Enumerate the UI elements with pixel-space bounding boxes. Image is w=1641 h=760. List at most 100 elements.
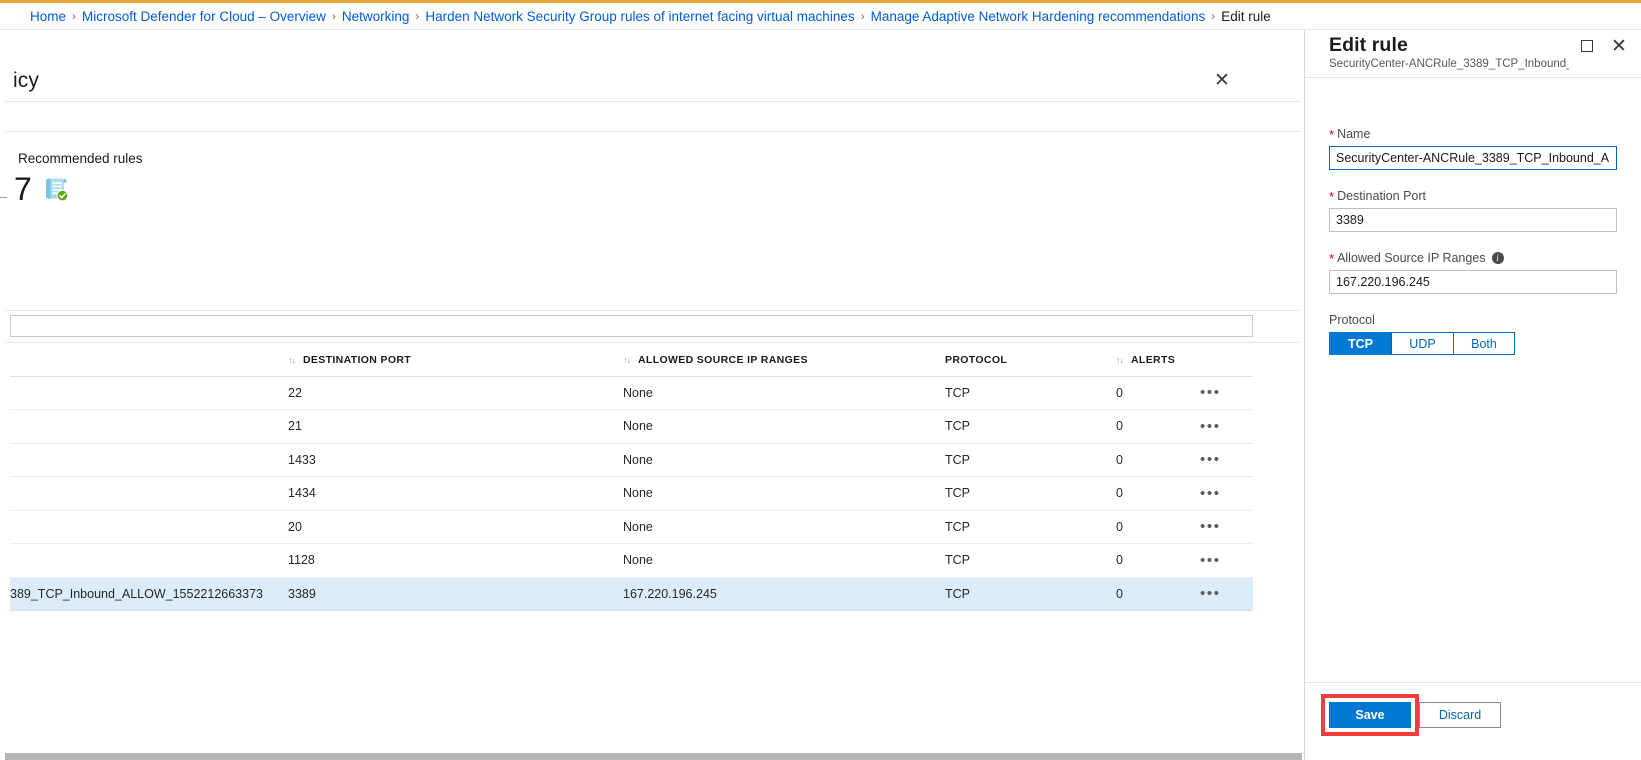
cell-alerts: 0 <box>1116 476 1200 511</box>
field-name: * Name <box>1329 127 1617 170</box>
field-protocol: Protocol TCP UDP Both <box>1329 313 1617 355</box>
row-actions-cell: ••• <box>1200 376 1253 410</box>
field-destination-port: * Destination Port <box>1329 189 1617 232</box>
table-row[interactable]: 1128 None TCP 0 ••• <box>10 543 1253 578</box>
blade-title-row: icy <box>5 60 1301 102</box>
summary-axis-tick <box>0 197 7 198</box>
row-context-menu-icon[interactable]: ••• <box>1200 384 1221 401</box>
row-context-menu-icon[interactable]: ••• <box>1200 418 1221 435</box>
cell-alerts: 0 <box>1116 376 1200 410</box>
cell-proto: TCP <box>945 443 1116 477</box>
field-destination-port-label: * Destination Port <box>1329 189 1617 203</box>
column-header-label: DESTINATION PORT <box>303 353 412 366</box>
destination-port-input[interactable] <box>1329 208 1617 232</box>
breadcrumb-separator: › <box>415 9 420 23</box>
cell-name <box>10 443 288 477</box>
cell-port: 3389 <box>288 577 623 611</box>
label-text: Protocol <box>1329 313 1375 327</box>
row-actions-cell: ••• <box>1200 443 1253 477</box>
recommended-rules-table: ↑↓ DESTINATION PORT ↑↓ ALLOWED SOURCE IP RA… <box>10 344 1253 611</box>
panel-title: Edit rule <box>1329 34 1408 56</box>
maximize-icon <box>1581 40 1593 52</box>
table-row[interactable]: 1434 None TCP 0 ••• <box>10 476 1253 511</box>
column-header-ips[interactable]: ↑↓ ALLOWED SOURCE IP RANGES <box>623 344 945 377</box>
column-header-name <box>10 344 288 377</box>
close-icon: ✕ <box>1611 35 1627 57</box>
table-row[interactable]: 22 None TCP 0 ••• <box>10 376 1253 410</box>
cell-proto: TCP <box>945 577 1116 611</box>
breadcrumb-item-0[interactable]: Home <box>30 9 66 24</box>
cell-ips: None <box>623 376 945 410</box>
required-marker: * <box>1329 250 1335 266</box>
table-body: 22 None TCP 0 ••• 21 None TCP 0 ••• 1433 None TCP 0 ••… <box>10 376 1253 611</box>
row-context-menu-icon[interactable]: ••• <box>1200 552 1221 569</box>
row-context-menu-icon[interactable]: ••• <box>1200 518 1221 535</box>
label-text: Name <box>1337 127 1371 141</box>
panel-close-button[interactable]: ✕ <box>1605 32 1633 60</box>
page-title: icy <box>13 69 39 92</box>
name-input[interactable] <box>1329 146 1617 170</box>
cell-ips: None <box>623 476 945 511</box>
cell-alerts: 0 <box>1116 510 1200 544</box>
table-row[interactable]: 20 None TCP 0 ••• <box>10 510 1253 544</box>
protocol-option-tcp[interactable]: TCP <box>1329 332 1391 355</box>
cell-name <box>10 543 288 578</box>
protocol-option-udp[interactable]: UDP <box>1391 332 1453 355</box>
cell-proto: TCP <box>945 476 1116 511</box>
cell-port: 1128 <box>288 543 623 578</box>
blade-close-button[interactable]: ✕ <box>1202 60 1242 100</box>
column-header-label: PROTOCOL <box>945 353 1008 366</box>
column-header-port[interactable]: ↑↓ DESTINATION PORT <box>288 344 623 377</box>
column-header-proto: PROTOCOL <box>945 344 1116 377</box>
sort-arrows-icon: ↑↓ <box>623 354 631 365</box>
breadcrumb-item-1[interactable]: Microsoft Defender for Cloud – Overview <box>82 9 326 24</box>
table-row[interactable]: 21 None TCP 0 ••• <box>10 409 1253 444</box>
cell-port: 20 <box>288 510 623 544</box>
info-icon[interactable]: i <box>1491 252 1504 264</box>
panel-maximize-button[interactable] <box>1573 32 1601 60</box>
blade-title-divider <box>5 101 1301 102</box>
field-allowed-source-ip-ranges-label: * Allowed Source IP Ranges i <box>1329 251 1617 265</box>
blade-bottom-scrollbar[interactable] <box>5 753 1302 760</box>
allowed-source-ip-ranges-input[interactable] <box>1329 270 1617 294</box>
cell-name: 389_TCP_Inbound_ALLOW_1552212663373 <box>10 577 288 611</box>
search-input[interactable] <box>10 315 1253 337</box>
breadcrumb-separator: › <box>860 9 865 23</box>
cell-name <box>10 376 288 410</box>
recommendations-blade: icy ✕ Recommended rules 7 ↑↓ DESTINATION… <box>0 30 1305 760</box>
cell-proto: TCP <box>945 543 1116 578</box>
breadcrumb-item-3[interactable]: Harden Network Security Group rules of i… <box>425 9 854 24</box>
filter-bottom-divider <box>5 342 1301 343</box>
cell-proto: TCP <box>945 409 1116 444</box>
discard-button[interactable]: Discard <box>1419 702 1501 728</box>
cell-ips: None <box>623 443 945 477</box>
column-header-menu <box>1200 344 1253 377</box>
cell-alerts: 0 <box>1116 409 1200 444</box>
column-header-alerts[interactable]: ↑↓ ALERTS <box>1116 344 1200 377</box>
protocol-option-both[interactable]: Both <box>1453 332 1515 355</box>
breadcrumb-item-4[interactable]: Manage Adaptive Network Hardening recomm… <box>871 9 1206 24</box>
cell-port: 1434 <box>288 476 623 511</box>
column-header-label: ALERTS <box>1131 353 1176 366</box>
cell-port: 21 <box>288 409 623 444</box>
row-actions-cell: ••• <box>1200 409 1253 444</box>
rules-document-check-icon <box>42 175 70 203</box>
cell-ips: 167.220.196.245 <box>623 577 945 611</box>
row-context-menu-icon[interactable]: ••• <box>1200 485 1221 502</box>
panel-header: Edit rule SecurityCenter-ANCRule_3389_TC… <box>1305 30 1641 78</box>
row-context-menu-icon[interactable]: ••• <box>1200 585 1221 602</box>
app-root: Home › Microsoft Defender for Cloud – Over… <box>0 0 1641 760</box>
summary-tile: 7 <box>14 173 70 205</box>
breadcrumb-separator: › <box>331 9 336 23</box>
label-text: Allowed Source IP Ranges <box>1337 251 1486 265</box>
sort-arrows-icon: ↑↓ <box>288 354 296 365</box>
table-row[interactable]: 1433 None TCP 0 ••• <box>10 443 1253 477</box>
save-button[interactable]: Save <box>1329 702 1411 728</box>
row-actions-cell: ••• <box>1200 543 1253 578</box>
label-text: Destination Port <box>1337 189 1426 203</box>
breadcrumb-item-2[interactable]: Networking <box>342 9 410 24</box>
required-marker: * <box>1329 188 1335 204</box>
cell-alerts: 0 <box>1116 577 1200 611</box>
table-row[interactable]: 389_TCP_Inbound_ALLOW_1552212663373 3389 1… <box>10 577 1253 611</box>
row-context-menu-icon[interactable]: ••• <box>1200 451 1221 468</box>
